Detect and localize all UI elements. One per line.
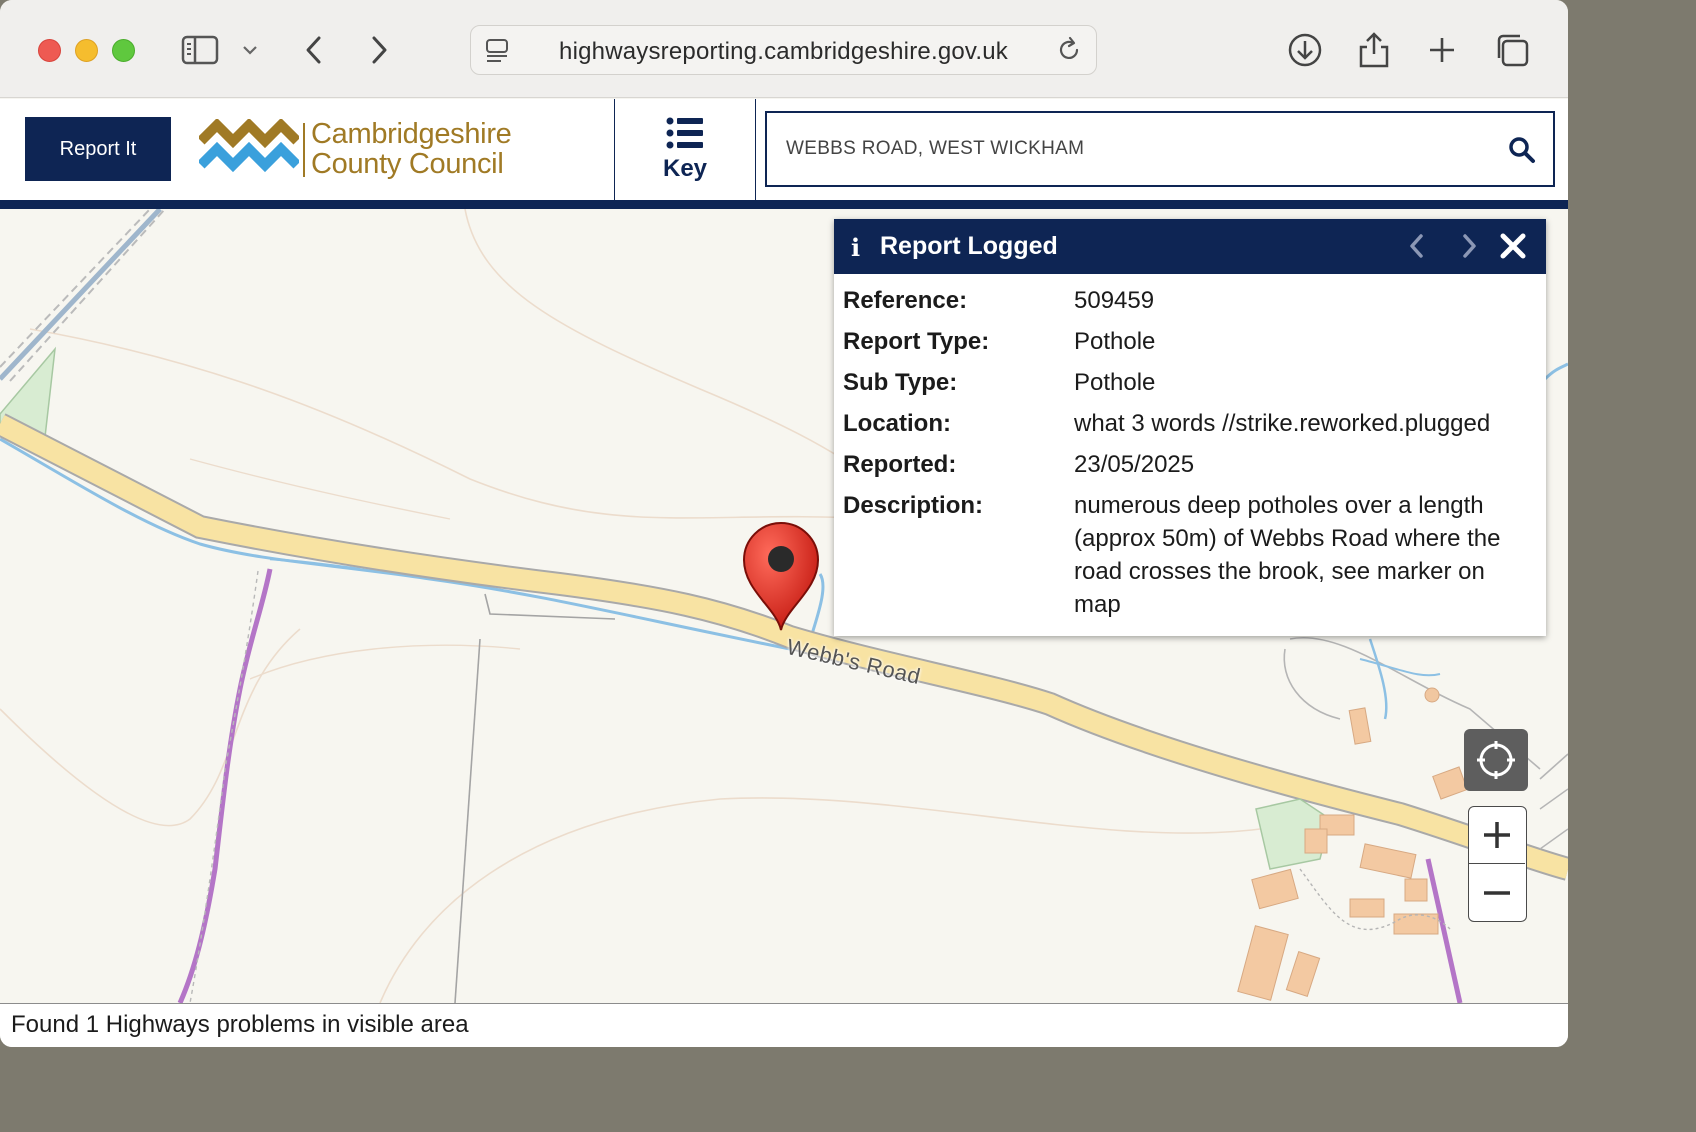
detail-row-report-type: Report Type: Pothole <box>843 325 1533 358</box>
detail-label: Report Type: <box>843 328 990 355</box>
detail-row-location: Location: what 3 words //strike.reworked… <box>843 407 1533 440</box>
chevron-down-icon[interactable] <box>230 28 270 72</box>
header-bar <box>0 200 1568 209</box>
minimize-window-button[interactable] <box>75 39 98 62</box>
crosshair-icon <box>1477 741 1515 779</box>
council-logo-mark-icon <box>199 119 299 173</box>
detail-value: numerous deep potholes over a length (ap… <box>1074 492 1501 618</box>
detail-row-reported: Reported: 23/05/2025 <box>843 448 1533 481</box>
previous-report-button[interactable] <box>1404 231 1430 266</box>
next-report-button[interactable] <box>1456 231 1482 266</box>
chevron-right-icon <box>1463 234 1476 258</box>
browser-toolbar: highwaysreporting.cambridgeshire.gov.uk <box>0 0 1568 98</box>
detail-label: Reference: <box>843 287 968 314</box>
logo-line-1: Cambridgeshire <box>311 118 512 150</box>
share-icon[interactable] <box>1352 28 1396 72</box>
detail-row-description: Description: numerous deep potholes over… <box>843 489 1533 621</box>
list-icon <box>666 117 703 148</box>
sidebar-toggle-icon[interactable] <box>178 28 222 72</box>
detail-value: 509459 <box>1074 287 1155 314</box>
close-window-button[interactable] <box>38 39 61 62</box>
search-value[interactable]: WEBBS ROAD, WEST WICKHAM <box>786 138 1084 160</box>
download-icon[interactable] <box>1283 28 1327 72</box>
detail-label: Reported: <box>843 451 957 478</box>
search-icon[interactable] <box>1507 135 1537 170</box>
logo-text: Cambridgeshire County Council <box>311 119 512 179</box>
detail-value: Pothole <box>1074 328 1156 355</box>
back-icon[interactable] <box>292 28 336 72</box>
report-it-button[interactable]: Report It <box>25 117 171 181</box>
report-popup: i Report Logged Reference: 509459 Report… <box>834 219 1546 636</box>
url-text[interactable]: highwaysreporting.cambridgeshire.gov.uk <box>471 38 1096 66</box>
browser-window: highwaysreporting.cambridgeshire.gov.uk … <box>0 0 1568 1047</box>
council-logo[interactable]: Cambridgeshire County Council <box>199 119 512 181</box>
search-input[interactable]: WEBBS ROAD, WEST WICKHAM <box>765 111 1555 187</box>
zoom-in-button[interactable] <box>1469 807 1525 864</box>
new-tab-icon[interactable] <box>1420 28 1464 72</box>
detail-value: Pothole <box>1074 369 1156 396</box>
info-icon: i <box>851 233 861 262</box>
popup-details: Reference: 509459 Report Type: Pothole S… <box>843 284 1533 629</box>
logo-divider <box>303 123 305 177</box>
zoom-window-button[interactable] <box>112 39 135 62</box>
detail-row-sub-type: Sub Type: Pothole <box>843 366 1533 399</box>
status-text: Found 1 Highways problems in visible are… <box>11 1011 469 1038</box>
chevron-left-icon <box>1410 234 1423 258</box>
site-header: Report It Cambridgeshire County Council … <box>0 99 1568 200</box>
detail-label: Description: <box>843 492 984 519</box>
detail-label: Location: <box>843 410 951 437</box>
key-label: Key <box>662 154 708 182</box>
detail-value: what 3 words //strike.reworked.plugged <box>1074 410 1491 437</box>
minus-icon <box>1484 890 1510 895</box>
detail-row-reference: Reference: 509459 <box>843 284 1533 317</box>
detail-value: 23/05/2025 <box>1074 451 1195 478</box>
zoom-control <box>1468 806 1527 922</box>
forward-icon[interactable] <box>357 28 401 72</box>
close-popup-button[interactable] <box>1498 231 1528 266</box>
plus-icon <box>1484 822 1510 848</box>
map-pin-icon[interactable] <box>738 516 824 634</box>
tab-overview-icon[interactable] <box>1490 28 1534 72</box>
popup-header: i Report Logged <box>834 219 1546 274</box>
locate-me-button[interactable] <box>1464 729 1528 791</box>
status-bar: Found 1 Highways problems in visible are… <box>0 1003 1568 1047</box>
close-icon <box>1500 233 1526 259</box>
detail-label: Sub Type: <box>843 369 958 396</box>
reload-icon[interactable] <box>1054 35 1084 70</box>
address-bar[interactable]: highwaysreporting.cambridgeshire.gov.uk <box>470 25 1097 75</box>
zoom-out-button[interactable] <box>1469 864 1525 921</box>
key-button[interactable]: Key <box>614 99 756 200</box>
popup-title: Report Logged <box>880 232 1058 260</box>
logo-line-2: County Council <box>311 148 504 180</box>
